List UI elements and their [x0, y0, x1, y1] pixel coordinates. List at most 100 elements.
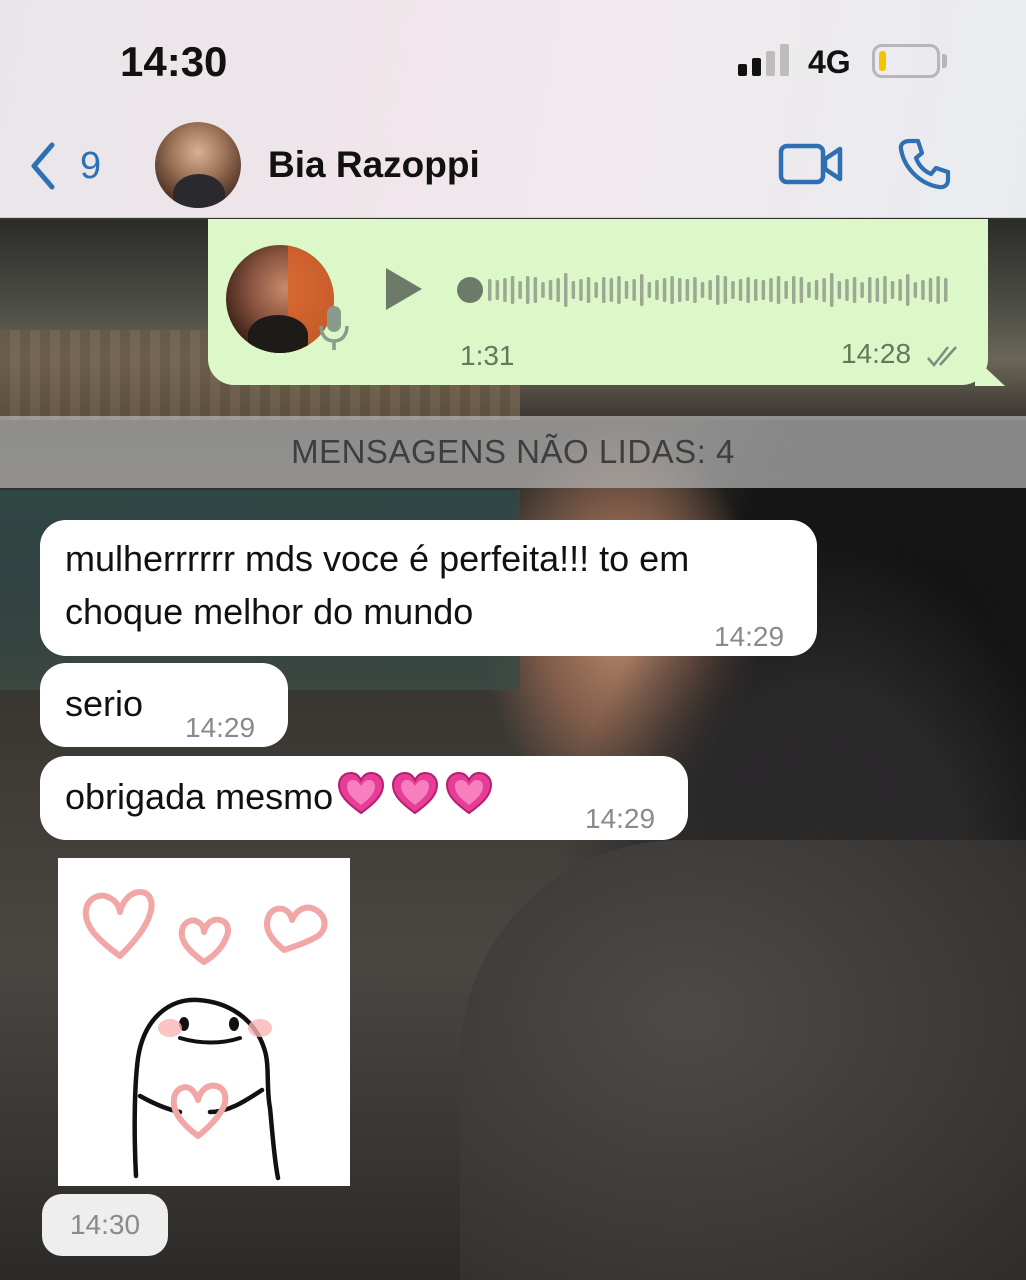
chevron-left-icon	[31, 142, 55, 190]
waveform-bar	[761, 280, 766, 300]
waveform-bar	[875, 278, 880, 302]
waveform-bar	[822, 278, 826, 302]
unread-chats-count: 9	[80, 144, 102, 187]
voice-timestamp: 14:28	[841, 338, 912, 369]
waveform-bar	[571, 281, 576, 299]
waveform-bar	[890, 281, 895, 299]
waveform-bar	[837, 281, 842, 299]
waveform-bar	[708, 280, 712, 300]
message-text: mulherrrrrr mds voce é perfeita!!! to em…	[65, 538, 690, 632]
battery-cap	[942, 54, 947, 68]
waveform-bar	[586, 277, 591, 303]
waveform-bar	[769, 278, 773, 302]
waveform-bar	[624, 281, 629, 299]
back-button[interactable]: 9	[28, 138, 101, 194]
waveform-bar	[518, 281, 522, 299]
waveform-bar	[716, 275, 720, 305]
battery-icon	[872, 44, 940, 78]
waveform-bar	[495, 280, 500, 300]
waveform-bar	[548, 280, 553, 300]
wallpaper-shirt	[460, 840, 1026, 1280]
message-text: obrigada mesmo	[65, 776, 334, 817]
waveform-bar	[830, 273, 834, 307]
unread-messages-divider: MENSAGENS NÃO LIDAS: 4	[0, 416, 1026, 488]
video-call-icon[interactable]	[778, 140, 844, 188]
waveform-bar	[594, 282, 598, 298]
waveform-bar	[510, 276, 515, 304]
waveform-bar	[526, 276, 530, 304]
message-timestamp: 14:29	[185, 712, 256, 743]
message-text: serio	[65, 683, 144, 724]
waveform-bar	[921, 280, 925, 300]
message-text-row: obrigada mesmo	[65, 770, 499, 829]
voice-duration: 1:31	[460, 340, 515, 371]
message-bubble[interactable]: serio 14:29	[40, 663, 288, 747]
waveform-bar	[852, 277, 857, 303]
battery-level	[879, 51, 886, 71]
waveform-bar	[868, 277, 872, 303]
pink-heart-icon	[392, 771, 439, 815]
sticker-timestamp: 14:30	[42, 1194, 168, 1256]
waveform-bar	[617, 276, 621, 304]
sticker-message[interactable]	[58, 858, 350, 1186]
waveform-bar	[913, 282, 918, 298]
message-timestamp: 14:29	[714, 621, 785, 652]
waveform-bar	[579, 279, 583, 301]
waveform-bar	[928, 278, 933, 302]
waveform-bar	[814, 280, 819, 300]
waveform-bar	[700, 282, 705, 298]
waveform-bar	[799, 277, 804, 303]
waveform-bar	[640, 274, 644, 306]
waveform-bar	[944, 278, 948, 302]
waveform-bar	[906, 274, 910, 306]
waveform-bar	[723, 276, 728, 304]
waveform-bar	[503, 278, 507, 302]
waveform-bar	[883, 276, 887, 304]
network-type: 4G	[808, 44, 851, 80]
waveform-bar	[754, 279, 758, 301]
waveform-bar	[655, 280, 659, 300]
waveform-bar	[609, 278, 614, 302]
waveform-bar	[602, 277, 606, 303]
waveform-bar	[541, 282, 545, 298]
waveform-bar	[898, 279, 902, 301]
waveform-bar	[647, 282, 652, 298]
waveform-bar	[860, 282, 864, 298]
contact-avatar[interactable]	[155, 122, 241, 208]
waveform-bar	[488, 279, 492, 301]
waveform-bar	[807, 282, 811, 298]
waveform-bar	[792, 276, 796, 304]
waveform-bar	[564, 273, 568, 307]
unread-divider-label: MENSAGENS NÃO LIDAS: 4	[291, 433, 735, 470]
voice-waveform[interactable]	[456, 262, 956, 318]
contact-name[interactable]: Bia Razoppi	[268, 144, 480, 186]
pink-heart-icon	[446, 771, 493, 815]
waveform-bar	[776, 276, 781, 304]
waveform-bar	[845, 279, 849, 301]
waveform-bar	[746, 277, 750, 303]
play-icon[interactable]	[384, 266, 424, 312]
message-bubble[interactable]: obrigada mesmo 14:29	[40, 756, 688, 840]
double-check-icon	[927, 346, 957, 367]
mic-icon	[319, 306, 349, 350]
waveform-bar	[936, 276, 940, 304]
waveform-bar	[678, 278, 682, 302]
pink-heart-emojis	[337, 771, 499, 829]
pink-heart-icon	[338, 771, 385, 815]
waveform-bar	[662, 278, 667, 302]
flork-hearts-sticker	[82, 889, 328, 1181]
waveform-bar	[731, 281, 735, 299]
waveform-bar	[738, 279, 743, 301]
chat-header: 14:30 4G 9 Bia Razoppi	[0, 0, 1026, 218]
waveform-bar	[556, 278, 560, 302]
waveform-bar	[784, 281, 788, 299]
phone-call-icon[interactable]	[896, 136, 952, 192]
playback-scrubber[interactable]	[457, 277, 483, 303]
message-bubble[interactable]: mulherrrrrr mds voce é perfeita!!! to em…	[40, 520, 817, 656]
waveform-bar	[632, 279, 636, 301]
waveform-bar	[685, 279, 690, 301]
waveform-bar	[670, 276, 674, 304]
message-timestamp: 14:29	[585, 803, 656, 834]
waveform-bar	[533, 277, 538, 303]
signal-icon	[738, 44, 792, 76]
